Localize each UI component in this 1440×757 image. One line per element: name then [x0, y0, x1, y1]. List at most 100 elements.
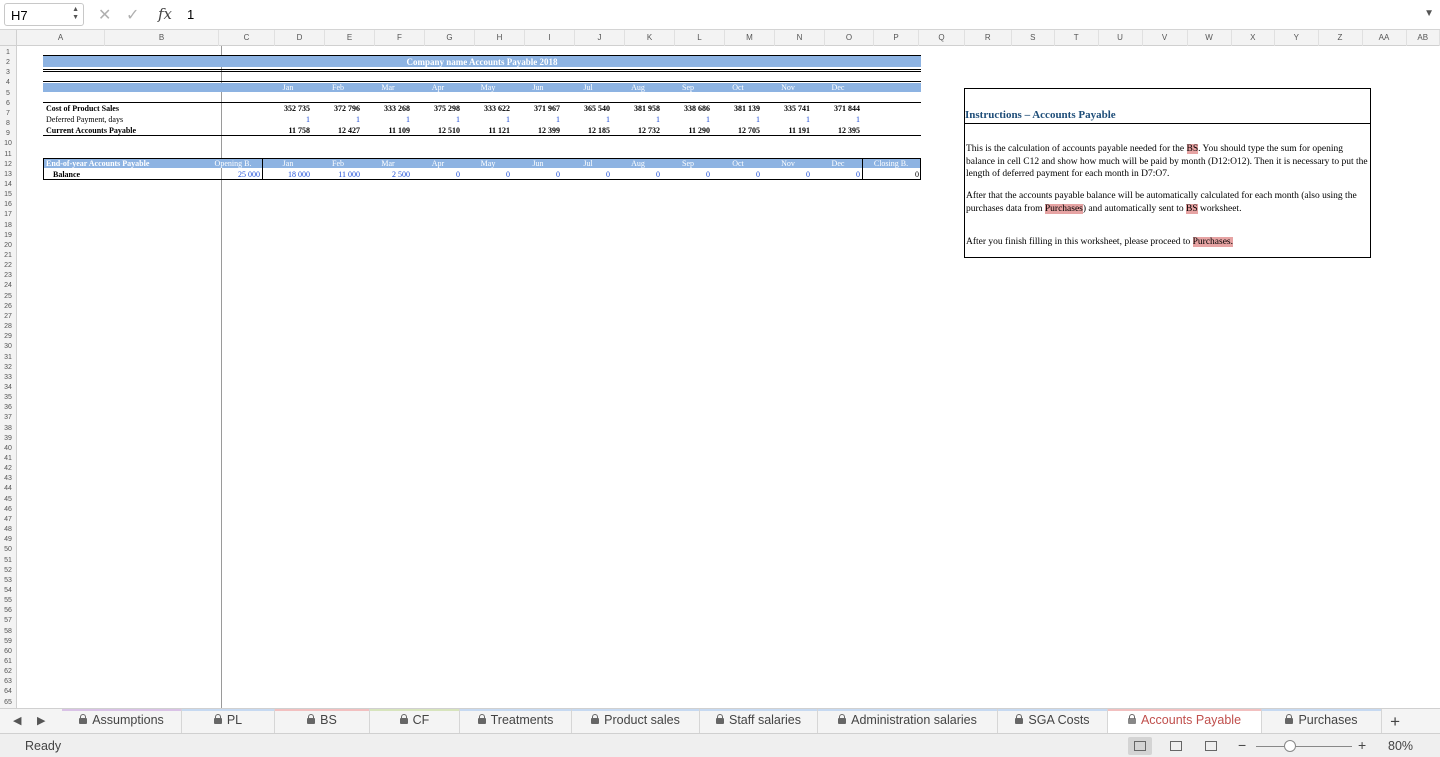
- balance-cell-may[interactable]: 0: [464, 170, 510, 180]
- column-header-y[interactable]: Y: [1275, 30, 1319, 46]
- bs-link-2[interactable]: BS: [1186, 203, 1198, 214]
- name-box[interactable]: H7 ▲ ▼: [4, 3, 84, 26]
- page-layout-view-icon[interactable]: [1164, 737, 1188, 755]
- balance-cell-oct[interactable]: 0: [714, 170, 760, 180]
- cost-cell-jun[interactable]: 371 967: [514, 104, 560, 114]
- column-header-o[interactable]: O: [825, 30, 874, 46]
- column-header-x[interactable]: X: [1232, 30, 1275, 46]
- normal-view-icon[interactable]: [1128, 737, 1152, 755]
- deferred-cell-jul[interactable]: 1: [564, 115, 610, 125]
- prev-sheet-icon[interactable]: ◀: [13, 714, 21, 727]
- tab-pl[interactable]: PL: [182, 709, 275, 733]
- closing-balance-cell[interactable]: 0: [863, 170, 919, 180]
- column-header-c[interactable]: C: [219, 30, 275, 46]
- column-header-h[interactable]: H: [475, 30, 525, 46]
- function-icon[interactable]: fx: [158, 5, 172, 23]
- current-ap-cell-sep[interactable]: 11 290: [664, 126, 710, 136]
- tab-assumptions[interactable]: Assumptions: [62, 709, 182, 733]
- plus-icon[interactable]: +: [1390, 712, 1400, 732]
- column-header-i[interactable]: I: [525, 30, 575, 46]
- column-header-k[interactable]: K: [625, 30, 675, 46]
- column-header-t[interactable]: T: [1055, 30, 1099, 46]
- select-all-corner[interactable]: [0, 30, 17, 46]
- cost-cell-feb[interactable]: 372 796: [314, 104, 360, 114]
- formula-input[interactable]: 1: [187, 7, 194, 22]
- balance-cell-aug[interactable]: 0: [614, 170, 660, 180]
- balance-cell-jan[interactable]: 18 000: [264, 170, 310, 180]
- spreadsheet-grid[interactable]: A B C D E F G H I J K L M N O P Q R S T U V W X Y Z AA AB 123456789…: [0, 30, 1440, 708]
- deferred-cell-aug[interactable]: 1: [614, 115, 660, 125]
- column-header-e[interactable]: E: [325, 30, 375, 46]
- cost-cell-sep[interactable]: 338 686: [664, 104, 710, 114]
- zoom-out-icon[interactable]: −: [1238, 737, 1246, 753]
- column-header-b[interactable]: B: [105, 30, 219, 46]
- deferred-cell-sep[interactable]: 1: [664, 115, 710, 125]
- balance-cell-jun[interactable]: 0: [514, 170, 560, 180]
- column-header-aa[interactable]: AA: [1363, 30, 1407, 46]
- balance-cell-apr[interactable]: 0: [414, 170, 460, 180]
- column-header-r[interactable]: R: [965, 30, 1012, 46]
- tab-staff-salaries[interactable]: Staff salaries: [700, 709, 818, 733]
- page-break-view-icon[interactable]: [1199, 737, 1223, 755]
- current-ap-cell-aug[interactable]: 12 732: [614, 126, 660, 136]
- current-ap-cell-nov[interactable]: 11 191: [764, 126, 810, 136]
- column-header-ab[interactable]: AB: [1407, 30, 1440, 46]
- row-header-65[interactable]: 65: [0, 697, 16, 708]
- zoom-slider[interactable]: [1256, 746, 1352, 747]
- opening-balance-cell[interactable]: 25 000: [205, 170, 260, 180]
- balance-cell-sep[interactable]: 0: [664, 170, 710, 180]
- purchases-link-2[interactable]: Purchases.: [1192, 237, 1234, 247]
- deferred-cell-nov[interactable]: 1: [764, 115, 810, 125]
- deferred-cell-apr[interactable]: 1: [414, 115, 460, 125]
- current-ap-cell-jun[interactable]: 12 399: [514, 126, 560, 136]
- column-header-m[interactable]: M: [725, 30, 775, 46]
- name-box-stepper-icon[interactable]: ▲ ▼: [72, 6, 79, 22]
- column-header-d[interactable]: D: [275, 30, 325, 46]
- balance-cell-feb[interactable]: 11 000: [314, 170, 360, 180]
- deferred-cell-jan[interactable]: 1: [264, 115, 310, 125]
- tab-administration-salaries[interactable]: Administration salaries: [818, 709, 998, 733]
- cost-cell-may[interactable]: 333 622: [464, 104, 510, 114]
- balance-cell-mar[interactable]: 2 500: [364, 170, 410, 180]
- current-ap-cell-mar[interactable]: 11 109: [364, 126, 410, 136]
- column-header-z[interactable]: Z: [1319, 30, 1363, 46]
- next-sheet-icon[interactable]: ▶: [37, 714, 45, 727]
- deferred-cell-mar[interactable]: 1: [364, 115, 410, 125]
- column-header-f[interactable]: F: [375, 30, 425, 46]
- zoom-slider-thumb[interactable]: [1283, 740, 1296, 752]
- current-ap-cell-feb[interactable]: 12 427: [314, 126, 360, 136]
- column-header-j[interactable]: J: [575, 30, 625, 46]
- column-header-s[interactable]: S: [1012, 30, 1055, 46]
- deferred-cell-feb[interactable]: 1: [314, 115, 360, 125]
- column-header-v[interactable]: V: [1143, 30, 1188, 46]
- tab-sga-costs[interactable]: SGA Costs: [998, 709, 1108, 733]
- deferred-cell-may[interactable]: 1: [464, 115, 510, 125]
- column-header-w[interactable]: W: [1188, 30, 1232, 46]
- balance-cell-jul[interactable]: 0: [564, 170, 610, 180]
- column-header-n[interactable]: N: [775, 30, 825, 46]
- column-header-q[interactable]: Q: [919, 30, 965, 46]
- tab-cf[interactable]: CF: [370, 709, 460, 733]
- purchases-link[interactable]: Purchases: [1044, 203, 1083, 214]
- balance-cell-dec[interactable]: 0: [814, 170, 860, 180]
- current-ap-cell-jul[interactable]: 12 185: [564, 126, 610, 136]
- deferred-cell-oct[interactable]: 1: [714, 115, 760, 125]
- balance-cell-nov[interactable]: 0: [764, 170, 810, 180]
- close-icon[interactable]: ✕: [98, 5, 111, 25]
- cost-cell-apr[interactable]: 375 298: [414, 104, 460, 114]
- cost-cell-jul[interactable]: 365 540: [564, 104, 610, 114]
- chevron-down-icon[interactable]: ▼: [1424, 8, 1434, 19]
- deferred-cell-jun[interactable]: 1: [514, 115, 560, 125]
- column-header-u[interactable]: U: [1099, 30, 1143, 46]
- tab-product-sales[interactable]: Product sales: [572, 709, 700, 733]
- zoom-level[interactable]: 80%: [1388, 739, 1413, 753]
- column-header-l[interactable]: L: [675, 30, 725, 46]
- current-ap-cell-may[interactable]: 11 121: [464, 126, 510, 136]
- current-ap-cell-dec[interactable]: 12 395: [814, 126, 860, 136]
- bs-link[interactable]: BS: [1186, 144, 1199, 154]
- cost-cell-jan[interactable]: 352 735: [264, 104, 310, 114]
- column-header-a[interactable]: A: [17, 30, 105, 46]
- current-ap-cell-apr[interactable]: 12 510: [414, 126, 460, 136]
- zoom-in-icon[interactable]: +: [1358, 737, 1366, 753]
- column-header-g[interactable]: G: [425, 30, 475, 46]
